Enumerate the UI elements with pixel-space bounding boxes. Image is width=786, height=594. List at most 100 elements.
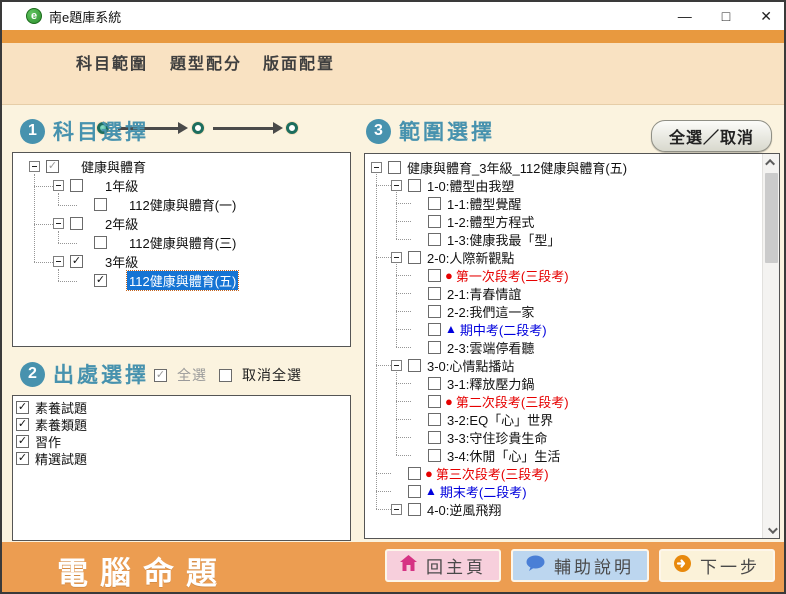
expand-toggle-icon[interactable] [391,504,402,515]
scroll-down-icon[interactable] [763,522,780,538]
tree-item-checkbox[interactable] [70,217,83,230]
tree-item-label[interactable]: 3-4:休閒「心」生活 [445,446,562,465]
tree-item[interactable]: 1-3:健康我最「型」 [365,230,762,248]
tree-item[interactable]: 1-0:體型由我塑 [365,176,762,194]
tree-item-checkbox[interactable] [408,467,421,480]
list-item-checkbox[interactable] [16,418,29,431]
list-item[interactable]: 素養試題 [13,399,350,416]
tree-item-label[interactable]: 4-0:逆風飛翔 [425,500,503,519]
tree-item[interactable]: 3-0:心情點播站 [365,356,762,374]
select-all-checkbox[interactable] [154,369,167,382]
select-all-toggle-button[interactable]: 全選／取消 [651,120,772,152]
tree-item-label[interactable]: 3年級 [103,252,140,271]
tree-item-label[interactable]: 2-2:我們這一家 [445,302,536,321]
expand-toggle-icon[interactable] [29,161,40,172]
tree-item[interactable]: 1-1:體型覺醒 [365,194,762,212]
tree-item-checkbox[interactable] [408,485,421,498]
tree-item[interactable]: ●第一次段考(三段考) [365,266,762,284]
tree-item-label[interactable]: 期末考(二段考) [438,482,529,501]
tree-item-label[interactable]: 2-0:人際新觀點 [425,248,516,267]
tree-item[interactable]: 3-3:守住珍貴生命 [365,428,762,446]
list-item-checkbox[interactable] [16,435,29,448]
tree-item[interactable]: 1年級 [13,176,350,195]
home-button[interactable]: 回主頁 [385,549,501,582]
list-item[interactable]: 精選試題 [13,450,350,467]
tree-item-label[interactable]: 2-1:青春情誼 [445,284,523,303]
tree-item-checkbox[interactable] [388,161,401,174]
expand-toggle-icon[interactable] [53,218,64,229]
tree-item[interactable]: 112健康與體育(三) [13,233,350,252]
tree-item-label[interactable]: 3-2:EQ「心」世界 [445,410,555,429]
tree-item[interactable]: 2-3:雲端停看聽 [365,338,762,356]
tree-item-label[interactable]: 健康與體育 [79,157,148,176]
tree-item-label[interactable]: 112健康與體育(三) [127,233,238,252]
tree-item[interactable]: 1-2:體型方程式 [365,212,762,230]
tree-item[interactable]: 2年級 [13,214,350,233]
list-item[interactable]: 素養類題 [13,416,350,433]
tree-item[interactable]: 112健康與體育(五) [13,271,350,290]
tree-item-checkbox[interactable] [428,215,441,228]
scrollbar[interactable] [762,154,779,538]
tree-item-label[interactable]: 第三次段考(三段考) [434,464,551,483]
tree-item[interactable]: 4-0:逆風飛翔 [365,500,762,518]
tree-item-label[interactable]: 1-3:健康我最「型」 [445,230,562,249]
tree-item-checkbox[interactable] [428,377,441,390]
next-step-button[interactable]: 下一步 [659,549,775,582]
tree-item[interactable]: 112健康與體育(一) [13,195,350,214]
list-item[interactable]: 習作 [13,433,350,450]
tree-item-label[interactable]: 2年級 [103,214,140,233]
tree-item[interactable]: ●第二次段考(三段考) [365,392,762,410]
tree-item-checkbox[interactable] [94,198,107,211]
tree-item-label[interactable]: 3-0:心情點播站 [425,356,516,375]
tree-item-label[interactable]: 健康與體育_3年級_112健康與體育(五) [405,158,629,177]
help-button[interactable]: 輔助說明 [511,549,649,582]
expand-toggle-icon[interactable] [391,252,402,263]
tree-item[interactable]: 健康與體育_3年級_112健康與體育(五) [365,158,762,176]
tree-item-checkbox[interactable] [428,449,441,462]
tree-item-label[interactable]: 1年級 [103,176,140,195]
expand-toggle-icon[interactable] [391,360,402,371]
tree-item[interactable]: 3-2:EQ「心」世界 [365,410,762,428]
tree-item-checkbox[interactable] [408,179,421,192]
tree-item[interactable]: 健康與體育 [13,157,350,176]
tree-item-checkbox[interactable] [70,255,83,268]
tree-item-label[interactable]: 2-3:雲端停看聽 [445,338,536,357]
scroll-up-icon[interactable] [763,154,780,170]
tree-item-checkbox[interactable] [428,197,441,210]
tree-item[interactable]: 3年級 [13,252,350,271]
tree-item-checkbox[interactable] [428,305,441,318]
tree-item-checkbox[interactable] [428,287,441,300]
tree-item[interactable]: 3-1:釋放壓力鍋 [365,374,762,392]
tree-item-label[interactable]: 1-2:體型方程式 [445,212,536,231]
tree-item[interactable]: 2-1:青春情誼 [365,284,762,302]
tree-item-label[interactable]: 112健康與體育(一) [127,195,238,214]
maximize-button[interactable]: □ [722,9,730,23]
select-all-checkbox-group[interactable]: 全選 [154,365,207,385]
close-button[interactable]: ✕ [760,9,772,23]
tree-item-label[interactable]: 第一次段考(三段考) [454,266,571,285]
deselect-all-checkbox[interactable] [219,369,232,382]
tree-item-checkbox[interactable] [94,274,107,287]
tree-item[interactable]: ▲期末考(二段考) [365,482,762,500]
tree-item-checkbox[interactable] [428,323,441,336]
tree-item[interactable]: ▲期中考(二段考) [365,320,762,338]
tree-item[interactable]: 2-2:我們這一家 [365,302,762,320]
tree-item-label[interactable]: 1-1:體型覺醒 [445,194,523,213]
list-item-checkbox[interactable] [16,452,29,465]
tree-item[interactable]: 2-0:人際新觀點 [365,248,762,266]
tree-item-checkbox[interactable] [428,413,441,426]
tree-item-checkbox[interactable] [70,179,83,192]
tree-item-label[interactable]: 112健康與體育(五) [127,271,238,290]
tree-item-checkbox[interactable] [94,236,107,249]
expand-toggle-icon[interactable] [391,180,402,191]
expand-toggle-icon[interactable] [53,180,64,191]
tree-item-checkbox[interactable] [408,251,421,264]
tree-item-checkbox[interactable] [428,233,441,246]
tree-item-label[interactable]: 3-1:釋放壓力鍋 [445,374,536,393]
minimize-button[interactable]: — [678,9,692,23]
tree-item-checkbox[interactable] [428,395,441,408]
tree-item[interactable]: ●第三次段考(三段考) [365,464,762,482]
tree-item-checkbox[interactable] [428,269,441,282]
scrollbar-thumb[interactable] [765,173,778,263]
tree-item-label[interactable]: 期中考(二段考) [458,320,549,339]
